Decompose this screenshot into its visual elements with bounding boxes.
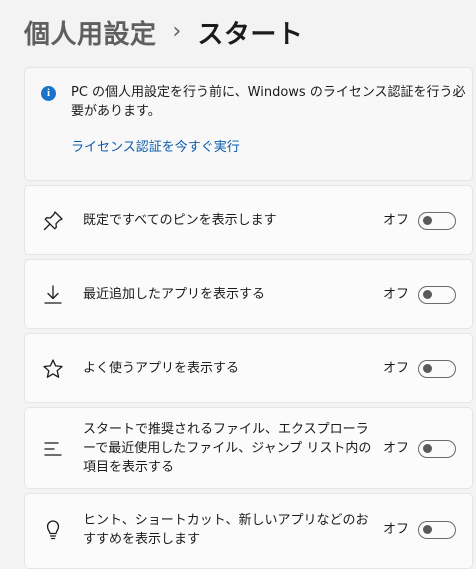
list-icon — [41, 437, 65, 461]
recommendations-toggle[interactable] — [418, 521, 456, 539]
toggle-knob — [423, 525, 432, 534]
activation-notice-text: PC の個人用設定を行う前に、Windows のライセンス認証を行う必要がありま… — [71, 85, 466, 119]
setting-label: 最近追加したアプリを表示する — [83, 287, 266, 302]
toggle-state-text: オフ — [383, 361, 410, 376]
setting-row-recently-added-apps[interactable]: 最近追加したアプリを表示する オフ — [24, 259, 473, 329]
setting-row-recommended-files[interactable]: スタートで推奨されるファイル、エクスプローラーで最近使用したファイル、ジャンプ … — [24, 407, 473, 489]
show-all-pins-toggle[interactable] — [418, 212, 456, 230]
setting-row-recommendations[interactable]: ヒント、ショートカット、新しいアプリなどのおすすめを表示します オフ — [24, 493, 473, 569]
activation-notice: i PC の個人用設定を行う前に、Windows のライセンス認証を行う必要があ… — [24, 67, 473, 181]
toggle-state-text: オフ — [383, 287, 410, 302]
setting-label: スタートで推奨されるファイル、エクスプローラーで最近使用したファイル、ジャンプ … — [83, 422, 372, 475]
pin-icon — [41, 209, 65, 233]
setting-row-show-all-pins[interactable]: 既定ですべてのピンを表示します オフ — [24, 185, 473, 255]
breadcrumb-parent[interactable]: 個人用設定 — [24, 14, 157, 51]
setting-row-most-used-apps[interactable]: よく使うアプリを表示する オフ — [24, 333, 473, 403]
toggle-knob — [423, 364, 432, 373]
lightbulb-icon — [41, 517, 65, 541]
toggle-state-text: オフ — [383, 441, 410, 456]
toggle-state-text: オフ — [383, 213, 410, 228]
setting-label: ヒント、ショートカット、新しいアプリなどのおすすめを表示します — [83, 513, 369, 547]
recommended-files-toggle[interactable] — [418, 440, 456, 458]
setting-label: 既定ですべてのピンを表示します — [83, 213, 277, 228]
toggle-knob — [423, 216, 432, 225]
chevron-right-icon: › — [172, 19, 182, 44]
toggle-knob — [423, 444, 432, 453]
activate-now-link[interactable]: ライセンス認証を今すぐ実行 — [71, 138, 240, 157]
info-icon: i — [41, 86, 56, 101]
recently-added-apps-toggle[interactable] — [418, 286, 456, 304]
most-used-apps-toggle[interactable] — [418, 360, 456, 378]
toggle-knob — [423, 290, 432, 299]
toggle-state-text: オフ — [383, 522, 410, 537]
star-icon — [41, 357, 65, 381]
setting-label: よく使うアプリを表示する — [83, 361, 240, 376]
breadcrumb: 個人用設定 › スタート — [24, 10, 303, 54]
download-icon — [41, 283, 65, 307]
page-title: スタート — [197, 19, 304, 50]
